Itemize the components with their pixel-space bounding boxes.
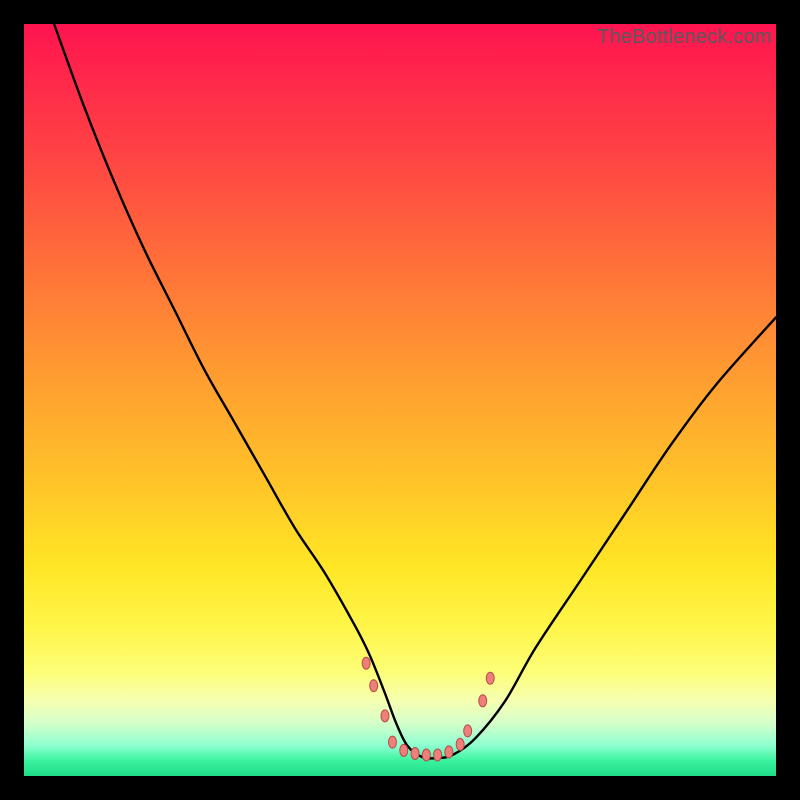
marker-right-mid	[479, 695, 487, 707]
marker-bottom-2	[400, 744, 408, 756]
plot-area	[24, 24, 776, 776]
curve-main-curve	[54, 24, 776, 758]
marker-bottom-5	[434, 749, 442, 761]
marker-bottom-7	[456, 738, 464, 750]
marker-left-low	[381, 710, 389, 722]
marker-right-low	[464, 725, 472, 737]
marker-left-mid	[370, 680, 378, 692]
watermark-label: TheBottleneck.com	[597, 26, 772, 49]
chart-svg	[24, 24, 776, 776]
marker-bottom-6	[445, 746, 453, 758]
marker-bottom-1	[388, 736, 396, 748]
marker-bottom-4	[422, 749, 430, 761]
chart-frame: TheBottleneck.com	[0, 0, 800, 800]
marker-left-high	[362, 657, 370, 669]
marker-bottom-3	[411, 747, 419, 759]
marker-right-high	[486, 672, 494, 684]
